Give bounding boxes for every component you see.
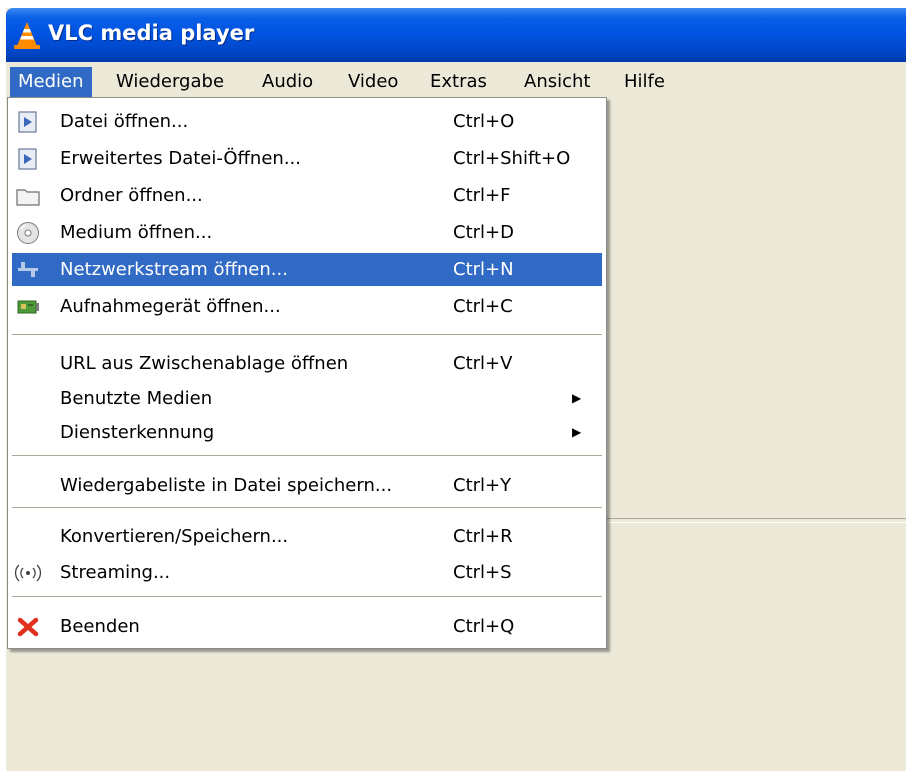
menu-item-open-file[interactable]: Datei öffnen... Ctrl+O xyxy=(12,105,602,138)
menu-item-convert-save[interactable]: Konvertieren/Speichern... Ctrl+R xyxy=(12,520,602,553)
folder-icon xyxy=(16,189,40,206)
menu-bar: Medien Wiedergabe Audio Video Extras Ans… xyxy=(6,62,906,101)
menu-separator xyxy=(12,507,602,508)
menu-wiedergabe[interactable]: Wiedergabe xyxy=(108,67,232,97)
menu-item-open-disc[interactable]: Medium öffnen... Ctrl+D xyxy=(12,216,602,249)
title-bar[interactable]: VLC media player xyxy=(6,8,906,62)
window-title: VLC media player xyxy=(48,21,255,45)
menu-item-open-network-stream[interactable]: Netzwerkstream öffnen... Ctrl+N xyxy=(12,253,602,286)
menu-audio[interactable]: Audio xyxy=(254,67,321,97)
pane-divider xyxy=(606,518,906,523)
menu-item-open-capture-device[interactable]: Aufnahmegerät öffnen... Ctrl+C xyxy=(12,290,602,323)
menu-separator xyxy=(12,455,602,456)
play-file-icon xyxy=(18,111,37,133)
submenu-arrow-icon: ▶ xyxy=(572,391,582,405)
vlc-cone-icon xyxy=(14,22,40,49)
menu-item-streaming[interactable]: Streaming... Ctrl+S xyxy=(12,556,602,589)
menu-item-open-folder[interactable]: Ordner öffnen... Ctrl+F xyxy=(12,179,602,212)
menu-item-advanced-open-file[interactable]: Erweitertes Datei-Öffnen... Ctrl+Shift+O xyxy=(12,142,602,175)
menu-separator xyxy=(12,334,602,335)
menu-item-service-discovery[interactable]: Diensterkennung ▶ xyxy=(12,416,602,449)
menu-hilfe[interactable]: Hilfe xyxy=(616,67,673,97)
disc-icon xyxy=(17,222,39,244)
play-file-icon xyxy=(18,148,37,170)
close-red-icon xyxy=(17,617,39,637)
menu-ansicht[interactable]: Ansicht xyxy=(516,67,598,97)
menu-extras[interactable]: Extras xyxy=(422,67,495,97)
streaming-icon xyxy=(14,564,42,582)
submenu-arrow-icon: ▶ xyxy=(572,425,582,439)
menu-medien[interactable]: Medien xyxy=(10,67,92,97)
menu-separator xyxy=(12,596,602,597)
menu-item-save-playlist[interactable]: Wiedergabeliste in Datei speichern... Ct… xyxy=(12,469,602,502)
menu-item-open-url-from-clipboard[interactable]: URL aus Zwischenablage öffnen Ctrl+V xyxy=(12,347,602,380)
network-icon xyxy=(18,262,38,277)
media-menu-dropdown: Datei öffnen... Ctrl+O Erweitertes Datei… xyxy=(7,97,607,649)
capture-card-icon xyxy=(17,300,39,314)
menu-item-recent-media[interactable]: Benutzte Medien ▶ xyxy=(12,382,602,415)
menu-item-quit[interactable]: Beenden Ctrl+Q xyxy=(12,610,602,643)
menu-video[interactable]: Video xyxy=(340,67,406,97)
